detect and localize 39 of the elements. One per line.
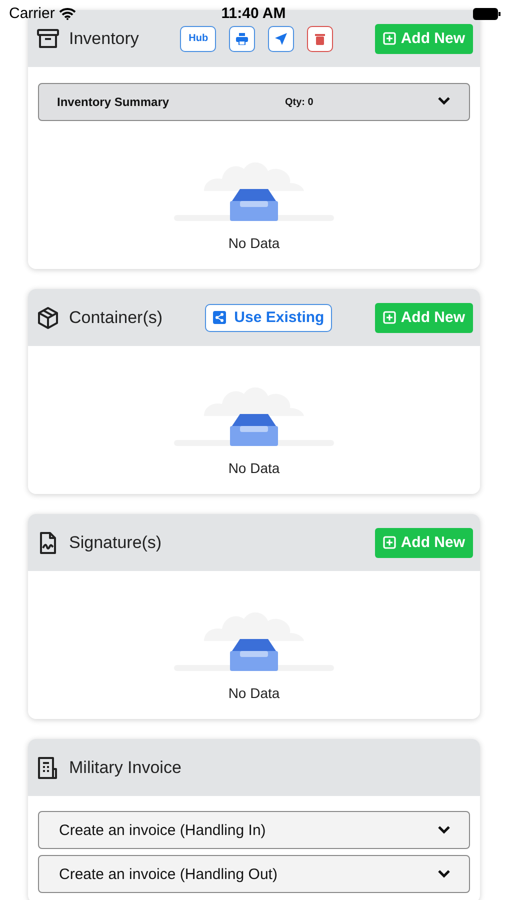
- section-title: Container(s): [69, 308, 163, 328]
- printer-icon: [236, 32, 248, 44]
- no-data-label: No Data: [228, 685, 280, 701]
- add-new-button[interactable]: Add New: [374, 302, 473, 332]
- chevron-down-icon: [437, 96, 451, 106]
- plus-square-icon: [382, 536, 396, 549]
- inventory-summary-row[interactable]: Inventory Summary Qty: 0: [38, 83, 470, 121]
- no-data-label: No Data: [228, 460, 280, 476]
- carrier-label: Carrier: [9, 5, 55, 22]
- invoice-accordion[interactable]: Create an invoice (Handling Out): [38, 855, 470, 893]
- chevron-down-icon: [437, 824, 451, 834]
- summary-label: Inventory Summary: [57, 95, 170, 109]
- paper-plane-icon: [275, 32, 288, 44]
- plus-square-icon: [382, 311, 396, 324]
- section-title: Signature(s): [69, 532, 162, 552]
- quantity-label: Qty: 0: [285, 96, 314, 108]
- no-data-label: No Data: [228, 235, 280, 251]
- add-new-button[interactable]: Add New: [374, 528, 473, 558]
- receipt-icon: [36, 756, 60, 780]
- send-button[interactable]: [268, 26, 294, 52]
- cube-icon: [36, 306, 60, 330]
- share-icon: [213, 311, 226, 324]
- use-existing-button[interactable]: Use Existing: [205, 304, 332, 332]
- print-button[interactable]: [229, 26, 256, 52]
- invoice-accordion[interactable]: Create an invoice (Handling In): [38, 811, 470, 849]
- archive-box-icon: [36, 26, 60, 50]
- accordion-label: Create an invoice (Handling In): [59, 822, 266, 838]
- accordion-label: Create an invoice (Handling Out): [59, 866, 278, 882]
- plus-square-icon: [382, 32, 396, 45]
- wifi-icon: [58, 8, 76, 20]
- trash-icon: [315, 32, 326, 44]
- clock-time: 11:40 AM: [221, 5, 286, 22]
- delete-button[interactable]: [307, 26, 334, 52]
- add-new-button[interactable]: Add New: [374, 24, 473, 54]
- battery-icon: [473, 8, 501, 20]
- chevron-down-icon: [437, 868, 451, 878]
- section-title: Military Invoice: [69, 758, 182, 778]
- hub-button[interactable]: Hub: [180, 26, 216, 52]
- section-title: Inventory: [69, 28, 139, 48]
